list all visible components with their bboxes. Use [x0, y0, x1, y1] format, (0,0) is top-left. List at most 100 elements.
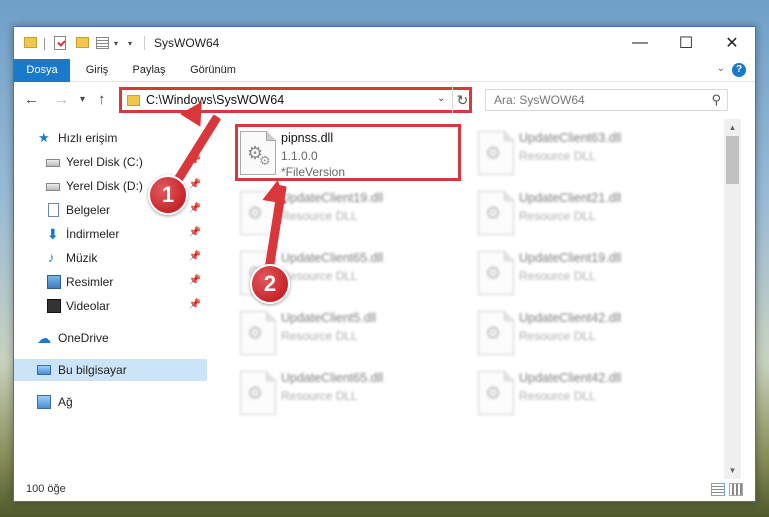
sidebar-item-label: Videolar [66, 299, 110, 313]
refresh-icon[interactable]: ↻ [452, 87, 472, 113]
file-description: Resource DLL [519, 149, 596, 163]
file-item[interactable]: ⚙ UpdateClient63.dll Resource DLL [470, 125, 705, 181]
folder-icon [24, 37, 37, 48]
navigation-bar: ← → ▾ ↑ C:\Windows\SysWOW64 ⌄ ↻ Ara: Sys… [14, 83, 755, 117]
sidebar-item-this-pc[interactable]: Bu bilgisayar [14, 359, 207, 381]
file-item[interactable]: ⚙ UpdateClient21.dll Resource DLL [470, 185, 705, 241]
sidebar-item-quick-access[interactable]: ★ Hızlı erişim [14, 127, 207, 149]
search-placeholder: Ara: SysWOW64 [494, 93, 585, 107]
search-icon[interactable]: ⚲ [711, 92, 721, 108]
step-badge-1: 1 [148, 175, 188, 215]
file-name: UpdateClient21.dll [519, 191, 622, 205]
item-count: 100 öğe [26, 483, 66, 495]
search-input[interactable]: Ara: SysWOW64 ⚲ [485, 89, 728, 111]
file-name: UpdateClient19.dll [281, 191, 384, 205]
pictures-icon [47, 275, 61, 289]
sidebar-item-label: Bu bilgisayar [58, 363, 127, 377]
sidebar-item-videos[interactable]: Videolar 📌 [14, 295, 207, 317]
scroll-up-icon[interactable]: ▲ [724, 119, 741, 136]
details-view-icon[interactable] [711, 483, 725, 496]
tab-home[interactable]: Giriş [72, 59, 122, 82]
pin-icon[interactable]: 📌 [189, 227, 201, 238]
dll-file-icon: ⚙ [478, 251, 514, 295]
tab-file[interactable]: Dosya [14, 59, 70, 82]
file-name: UpdateClient42.dll [519, 371, 622, 385]
title-bar: ▾ ▾ SysWOW64 — ☐ ✕ [14, 27, 755, 59]
pin-icon[interactable]: 📌 [189, 299, 201, 310]
sidebar-item-label: OneDrive [58, 331, 109, 345]
pin-icon[interactable]: 📌 [189, 275, 201, 286]
recent-locations-button[interactable]: ▾ [80, 94, 85, 105]
explorer-window: ▾ ▾ SysWOW64 — ☐ ✕ Dosya Giriş Paylaş Gö… [13, 26, 756, 502]
forward-button[interactable]: → [54, 91, 69, 108]
new-folder-icon[interactable] [76, 37, 89, 48]
star-icon: ★ [38, 130, 50, 145]
vertical-scrollbar[interactable]: ▲ ▼ [724, 119, 741, 479]
quick-access-menu-icon[interactable]: ▾ [128, 39, 132, 55]
file-description: Resource DLL [519, 329, 596, 343]
dll-file-icon: ⚙ [240, 311, 276, 355]
file-name: UpdateClient5.dll [281, 311, 377, 325]
title-divider [144, 36, 145, 50]
sidebar-item-label: Belgeler [66, 203, 111, 217]
file-item[interactable]: ⚙ UpdateClient42.dll Resource DLL [470, 365, 705, 421]
file-description: Resource DLL [281, 269, 358, 283]
customize-toolbar-icon[interactable] [96, 37, 109, 49]
address-bar[interactable]: C:\Windows\SysWOW64 ⌄ ↻ [119, 87, 472, 113]
pin-icon[interactable]: 📌 [189, 179, 201, 190]
sidebar-item-music[interactable]: ♪ Müzik 📌 [14, 247, 207, 269]
file-item[interactable]: ⚙ UpdateClient42.dll Resource DLL [470, 305, 705, 361]
up-button[interactable]: ↑ [98, 91, 106, 108]
minimize-button[interactable]: — [617, 27, 663, 58]
sidebar-item-label: Resimler [66, 275, 114, 289]
drive-icon [46, 183, 60, 191]
sidebar-item-label: Hızlı erişim [58, 131, 118, 145]
highlight-box [235, 124, 461, 181]
status-bar: 100 öğe [14, 479, 755, 501]
back-button[interactable]: ← [24, 91, 39, 108]
large-icons-view-icon[interactable] [729, 483, 743, 496]
help-icon[interactable]: ? [732, 63, 746, 77]
music-icon: ♪ [48, 250, 55, 265]
file-description: Resource DLL [519, 389, 596, 403]
file-description: Resource DLL [519, 269, 596, 283]
annotation-arrowhead [262, 178, 290, 204]
file-name: UpdateClient65.dll [281, 371, 384, 385]
maximize-button[interactable]: ☐ [663, 27, 709, 58]
expand-ribbon-icon[interactable]: ⌄ [717, 63, 725, 74]
pin-icon[interactable]: 📌 [189, 251, 201, 262]
file-description: Resource DLL [519, 209, 596, 223]
file-name: UpdateClient19.dll [519, 251, 622, 265]
tab-share[interactable]: Paylaş [122, 59, 176, 82]
dll-file-icon: ⚙ [240, 371, 276, 415]
file-item[interactable]: ⚙ UpdateClient65.dll Resource DLL [232, 365, 467, 421]
chevron-down-icon[interactable]: ⌄ [437, 93, 445, 104]
network-icon [37, 395, 51, 409]
file-name: UpdateClient42.dll [519, 311, 622, 325]
file-description: Resource DLL [281, 389, 358, 403]
file-description: Resource DLL [281, 209, 358, 223]
sidebar-item-onedrive[interactable]: ☁ OneDrive [14, 327, 207, 349]
documents-icon [48, 203, 59, 217]
properties-check-icon[interactable] [54, 36, 66, 50]
scroll-down-icon[interactable]: ▼ [724, 462, 741, 479]
dll-file-icon: ⚙ [478, 131, 514, 175]
close-button[interactable]: ✕ [709, 27, 755, 58]
sidebar-item-pictures[interactable]: Resimler 📌 [14, 271, 207, 293]
pin-icon[interactable]: 📌 [189, 203, 201, 214]
sidebar-item-downloads[interactable]: ⬇ İndirmeler 📌 [14, 223, 207, 245]
videos-icon [47, 299, 61, 313]
chevron-down-icon[interactable]: ▾ [114, 39, 118, 55]
dll-file-icon: ⚙ [478, 311, 514, 355]
window-title: SysWOW64 [154, 36, 220, 50]
address-path[interactable]: C:\Windows\SysWOW64 [146, 93, 284, 107]
file-item[interactable]: ⚙ UpdateClient5.dll Resource DLL [232, 305, 467, 361]
sidebar-item-network[interactable]: Ağ [14, 391, 207, 413]
scrollbar-thumb[interactable] [726, 136, 739, 184]
file-item[interactable]: ⚙ UpdateClient19.dll Resource DLL [470, 245, 705, 301]
folder-icon [127, 95, 140, 106]
tab-view[interactable]: Görünüm [180, 59, 246, 82]
toolbar-separator [44, 38, 45, 50]
sidebar-item-label: İndirmeler [66, 227, 120, 241]
sidebar-item-label: Ağ [58, 395, 73, 409]
